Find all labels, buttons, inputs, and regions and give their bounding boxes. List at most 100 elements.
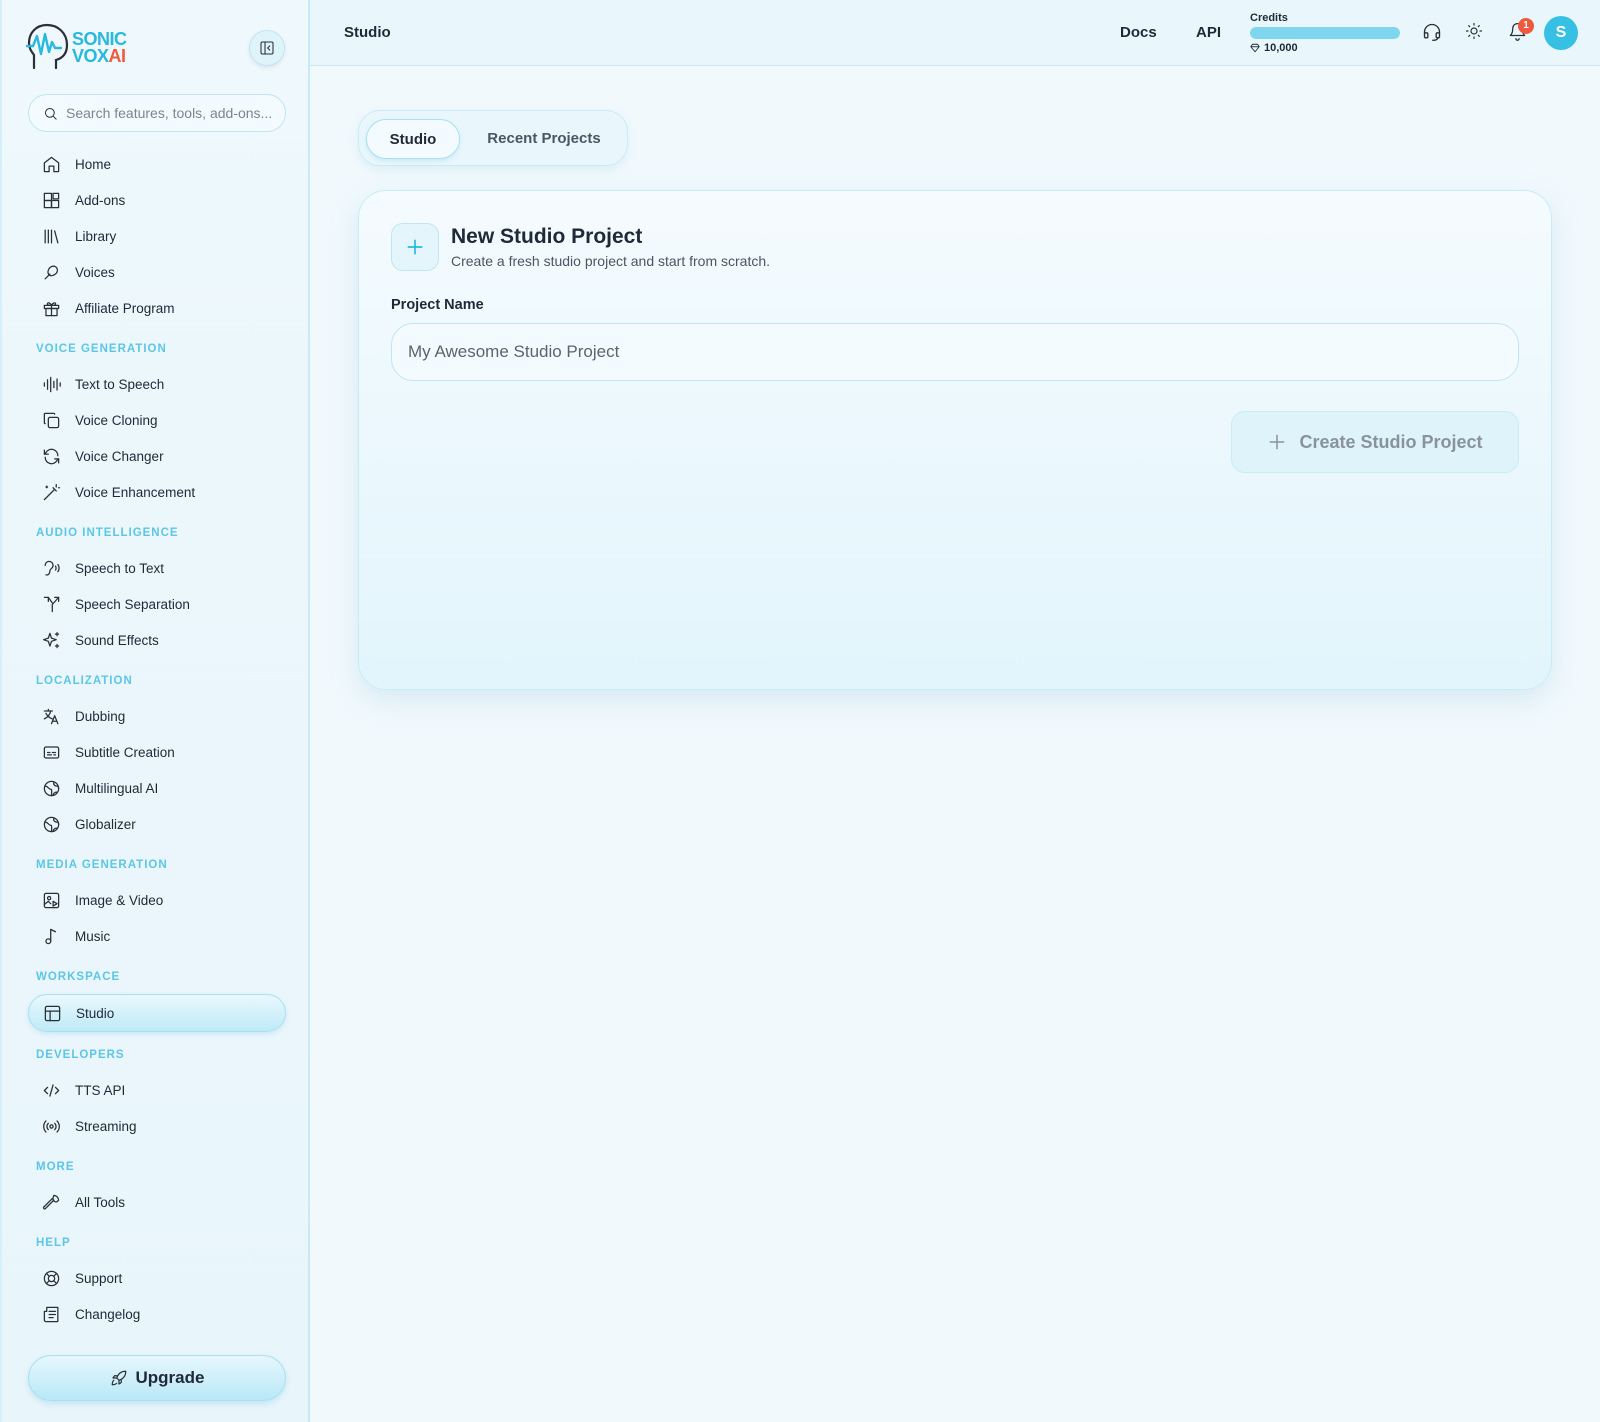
sidebar-item-label: Affiliate Program — [75, 300, 175, 316]
radio-icon — [43, 1119, 60, 1133]
newspaper-icon — [43, 1306, 59, 1322]
image-video-icon — [43, 892, 60, 908]
sidebar-item-voice-changer[interactable]: Voice Changer — [28, 438, 286, 474]
theme-toggle-button[interactable] — [1465, 22, 1483, 40]
sidebar-item-label: Image & Video — [75, 892, 164, 908]
tab-studio[interactable]: Studio — [366, 119, 460, 159]
new-project-card: New Studio Project Create a fresh studio… — [358, 190, 1552, 690]
rocket-icon — [111, 1370, 126, 1386]
search-box[interactable] — [28, 94, 286, 132]
tab-recent-projects[interactable]: Recent Projects — [477, 119, 611, 159]
sidebar-item-label: Subtitle Creation — [75, 744, 175, 760]
sidebar-item-library[interactable]: Library — [28, 218, 286, 254]
library-icon — [44, 229, 59, 243]
diamond-icon — [1250, 43, 1260, 53]
refresh-icon — [43, 448, 60, 464]
upgrade-button[interactable]: Upgrade — [28, 1355, 286, 1401]
sidebar-item-label: Support — [75, 1270, 123, 1286]
sidebar-item-subtitle-creation[interactable]: Subtitle Creation — [28, 734, 286, 770]
sidebar-nav: Home Add-ons Library Voices Affiliate Pr… — [28, 146, 286, 1332]
headset-icon — [1423, 23, 1441, 41]
globe-icon — [43, 780, 60, 796]
sidebar-item-label: TTS API — [75, 1082, 126, 1098]
credits-widget[interactable]: Credits 10,000 — [1250, 12, 1400, 54]
brand-line2b: AI — [108, 46, 127, 66]
search-icon — [45, 107, 57, 120]
sidebar-item-text-to-speech[interactable]: Text to Speech — [28, 366, 286, 402]
sidebar-item-addons[interactable]: Add-ons — [28, 182, 286, 218]
section-title: VOICE GENERATION — [36, 343, 167, 355]
sidebar-item-changelog[interactable]: Changelog — [28, 1296, 286, 1332]
split-icon — [43, 596, 60, 612]
sidebar-item-voice-enhancement[interactable]: Voice Enhancement — [28, 474, 286, 510]
sidebar-item-label: Studio — [76, 1005, 115, 1021]
wrench-icon — [42, 1194, 60, 1210]
project-name-label: Project Name — [391, 297, 484, 313]
sidebar-item-support[interactable]: Support — [28, 1260, 286, 1296]
sidebar-item-studio[interactable]: Studio — [28, 994, 286, 1032]
translate-icon — [43, 708, 59, 724]
sidebar: SONIC VOXAI Home Add-ons Library Voices — [0, 0, 310, 1422]
globe-icon — [43, 816, 60, 832]
api-link[interactable]: API — [1196, 24, 1221, 41]
plus-icon — [1270, 434, 1285, 450]
sidebar-item-label: All Tools — [75, 1194, 126, 1210]
sidebar-item-label: Voice Enhancement — [75, 484, 196, 500]
credits-value: 10,000 — [1264, 42, 1298, 54]
voices-icon — [44, 265, 58, 279]
avatar[interactable]: S — [1544, 16, 1578, 50]
card-subtitle: Create a fresh studio project and start … — [451, 253, 771, 269]
sidebar-item-speech-separation[interactable]: Speech Separation — [28, 586, 286, 622]
collapse-sidebar-button[interactable] — [249, 30, 285, 66]
credits-value-row: 10,000 — [1250, 42, 1400, 54]
sidebar-item-label: Music — [75, 928, 111, 944]
sidebar-item-label: Multilingual AI — [75, 780, 159, 796]
sidebar-item-voices[interactable]: Voices — [28, 254, 286, 290]
section-title: AUDIO INTELLIGENCE — [36, 527, 179, 539]
credits-label: Credits — [1250, 12, 1288, 24]
sidebar-item-label: Dubbing — [75, 708, 126, 724]
sun-icon — [1465, 22, 1483, 40]
code-icon — [43, 1083, 60, 1097]
section-title: HELP — [36, 1237, 71, 1249]
sidebar-item-label: Globalizer — [75, 816, 136, 832]
credits-bar-fill — [1250, 27, 1400, 39]
sidebar-item-voice-cloning[interactable]: Voice Cloning — [28, 402, 286, 438]
sidebar-item-label: Speech Separation — [75, 596, 190, 612]
sidebar-item-label: Library — [75, 228, 117, 244]
top-header: Studio Docs API Credits 10,000 1 S — [310, 0, 1600, 66]
sidebar-item-music[interactable]: Music — [28, 918, 286, 954]
studio-tabs: Studio Recent Projects — [358, 110, 628, 166]
sidebar-item-label: Voice Changer — [75, 448, 164, 464]
sidebar-item-globalizer[interactable]: Globalizer — [28, 806, 286, 842]
sidebar-item-tts-api[interactable]: TTS API — [28, 1072, 286, 1108]
plus-icon — [407, 239, 423, 255]
sidebar-item-label: Voices — [75, 264, 115, 280]
docs-link[interactable]: Docs — [1120, 24, 1157, 41]
section-title: WORKSPACE — [36, 971, 121, 983]
project-name-input[interactable] — [391, 323, 1519, 381]
sidebar-item-multilingual-ai[interactable]: Multilingual AI — [28, 770, 286, 806]
sidebar-item-home[interactable]: Home — [28, 146, 286, 182]
sidebar-item-dubbing[interactable]: Dubbing — [28, 698, 286, 734]
sidebar-item-all-tools[interactable]: All Tools — [28, 1184, 286, 1220]
create-button-label: Create Studio Project — [1299, 431, 1483, 452]
page-title: Studio — [344, 24, 391, 41]
search-input[interactable] — [66, 105, 276, 121]
brand-line2a: VOX — [72, 46, 109, 66]
addons-icon — [43, 192, 60, 208]
sidebar-item-affiliate[interactable]: Affiliate Program — [28, 290, 286, 326]
wand-icon — [43, 483, 61, 500]
sidebar-item-streaming[interactable]: Streaming — [28, 1108, 286, 1144]
logo[interactable]: SONIC VOXAI — [26, 22, 127, 74]
create-studio-project-button[interactable]: Create Studio Project — [1231, 411, 1519, 473]
layout-icon — [44, 1005, 61, 1021]
sidebar-item-sound-effects[interactable]: Sound Effects — [28, 622, 286, 658]
sidebar-item-speech-to-text[interactable]: Speech to Text — [28, 550, 286, 586]
section-title: MORE — [36, 1161, 75, 1173]
credits-bar — [1250, 27, 1400, 39]
section-title: LOCALIZATION — [36, 675, 133, 687]
sidebar-item-label: Add-ons — [75, 192, 126, 208]
support-headset-button[interactable] — [1422, 22, 1442, 42]
sidebar-item-image-video[interactable]: Image & Video — [28, 882, 286, 918]
